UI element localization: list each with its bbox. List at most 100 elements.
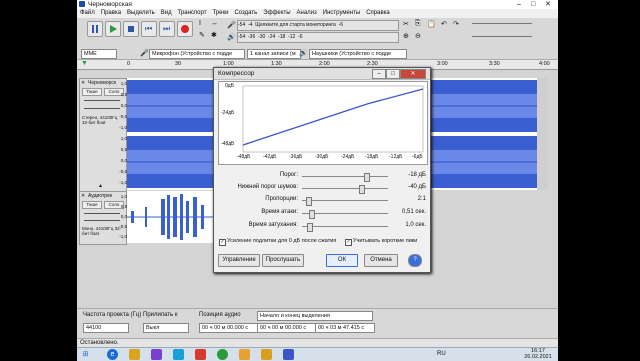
track-close-icon[interactable]: ✕	[81, 193, 85, 199]
minimize-button[interactable]: –	[517, 0, 521, 9]
pan-slider[interactable]	[84, 220, 120, 221]
snap-label: Прилипать к	[143, 312, 178, 318]
menu-tools[interactable]: Инструменты	[320, 9, 363, 18]
noise-floor-value[interactable]: -40 дБ	[394, 184, 426, 190]
ratio-value[interactable]: 2:1	[394, 196, 426, 202]
selection-end-field[interactable]: 00 ч 03 м 47.415 с	[315, 323, 375, 333]
explorer-icon[interactable]	[129, 349, 140, 360]
skip-end-button[interactable]: ⏭	[159, 21, 175, 37]
pause-button[interactable]	[87, 21, 103, 37]
mute-button[interactable]: Тише	[82, 201, 102, 209]
track-close-icon[interactable]: ✕	[81, 80, 85, 86]
close-button[interactable]: ✕	[545, 0, 551, 9]
envelope-tool-icon[interactable]: ↔	[211, 20, 218, 27]
threshold-label: Порог:	[279, 172, 298, 178]
zoom-in-icon[interactable]: ⊕	[403, 32, 409, 40]
menu-view[interactable]: Вид	[158, 9, 175, 18]
chrome-icon[interactable]	[217, 349, 228, 360]
output-device-select[interactable]: Наушники (Устройство с подде	[309, 49, 407, 59]
record-volume-slider[interactable]	[472, 23, 532, 24]
language-indicator[interactable]: RU	[437, 351, 446, 357]
dialog-minimize-button[interactable]: –	[372, 69, 386, 79]
stop-button[interactable]	[123, 21, 139, 37]
menu-transport[interactable]: Транспорт	[175, 9, 210, 18]
record-meter[interactable]: -54 -4 Щелкните для старта мониторинга -…	[237, 20, 399, 31]
play-button[interactable]	[105, 21, 121, 37]
copy-icon[interactable]: ⎘	[415, 20, 421, 28]
preview-button[interactable]: Прослушать	[262, 254, 304, 267]
slider-knob[interactable]	[363, 173, 370, 182]
mute-button[interactable]: Тише	[82, 88, 102, 96]
makeup-gain-checkbox[interactable]: ✓	[219, 239, 226, 246]
maximize-button[interactable]: □	[531, 0, 535, 9]
snap-select[interactable]: Выкл	[143, 323, 189, 333]
track-name[interactable]: Аудиотрек	[88, 193, 112, 199]
ie-icon[interactable]: e	[107, 349, 118, 360]
help-button[interactable]: ?	[408, 254, 422, 267]
slider-knob[interactable]	[306, 197, 313, 206]
slider-knob[interactable]	[359, 185, 366, 194]
playback-volume-slider[interactable]	[472, 36, 532, 37]
dialog-maximize-button[interactable]: □	[386, 69, 400, 79]
multi-tool-icon[interactable]: ✱	[211, 31, 217, 39]
menu-help[interactable]: Справка	[363, 9, 393, 18]
scale-tick: -0,5	[119, 224, 127, 229]
ok-button[interactable]: ОК	[326, 254, 358, 267]
media-icon[interactable]	[151, 349, 162, 360]
threshold-slider[interactable]	[302, 173, 388, 182]
gain-slider[interactable]	[84, 213, 120, 214]
project-rate-select[interactable]: 44100	[83, 323, 129, 333]
noise-floor-slider[interactable]	[302, 185, 388, 194]
draw-tool-icon[interactable]: ✎	[199, 31, 205, 39]
manage-button[interactable]: Управление	[218, 254, 260, 267]
attack-slider[interactable]	[302, 210, 388, 219]
dialog-close-button[interactable]: ✕	[400, 69, 426, 79]
release-slider[interactable]	[302, 223, 388, 232]
cancel-button[interactable]: Отмена	[364, 254, 398, 267]
collapse-icon[interactable]: ▲	[98, 183, 103, 189]
threshold-value[interactable]: -18 дБ	[394, 172, 426, 178]
app-icon[interactable]	[195, 349, 206, 360]
channels-select[interactable]: 1 канал записи (м	[247, 49, 301, 59]
slider-knob[interactable]	[308, 210, 315, 219]
peaks-checkbox[interactable]: ✓	[345, 239, 352, 246]
ratio-slider[interactable]	[302, 197, 388, 206]
scale-tick: 0,5	[120, 147, 127, 152]
playback-meter[interactable]: -54 -36 -30 -24 -18 -12 -6	[237, 32, 399, 43]
input-device-select[interactable]: Микрофон (Устройство с подде	[149, 49, 245, 59]
zoom-out-icon[interactable]: ⊖	[415, 32, 421, 40]
audacity-icon[interactable]	[283, 349, 294, 360]
release-value[interactable]: 1,0 сек.	[394, 222, 426, 228]
host-select[interactable]: MME	[81, 49, 117, 59]
selection-tool-icon[interactable]: I	[199, 20, 201, 27]
compressor-dialog: Компрессор – □ ✕ 0дБ -24дБ -48дБ -48дБ -…	[213, 67, 431, 273]
slider-knob[interactable]	[306, 223, 313, 232]
attack-value[interactable]: 0,51 сек.	[394, 209, 426, 215]
start-icon[interactable]: ⊞	[80, 349, 91, 360]
app-icon[interactable]	[261, 349, 272, 360]
menu-analyze[interactable]: Анализ	[294, 9, 320, 18]
undo-icon[interactable]: ↶	[441, 20, 447, 28]
menu-file[interactable]: Файл	[77, 9, 98, 18]
paste-icon[interactable]: 📋	[427, 20, 436, 28]
menu-effects[interactable]: Эффекты	[260, 9, 293, 18]
meter-tick: -4	[248, 22, 253, 28]
selection-mode-select[interactable]: Начало и конец выделения	[257, 311, 373, 321]
redo-icon[interactable]: ↷	[453, 20, 459, 28]
menu-tracks[interactable]: Треки	[209, 9, 231, 18]
record-button[interactable]	[177, 21, 193, 37]
menu-edit[interactable]: Правка	[98, 9, 124, 18]
track-name[interactable]: Черноморск	[88, 80, 116, 86]
pan-slider[interactable]	[84, 108, 120, 109]
skip-start-button[interactable]: ⏮	[141, 21, 157, 37]
mono-waveform[interactable]	[127, 191, 217, 243]
menu-select[interactable]: Выделить	[124, 9, 158, 18]
app-icon[interactable]	[173, 349, 184, 360]
selection-start-field[interactable]: 00 ч 00 м 00.000 с	[257, 323, 317, 333]
audio-position-field[interactable]: 00 ч 00 м 00.000 с	[199, 323, 259, 333]
gain-slider[interactable]	[84, 100, 120, 101]
menu-generate[interactable]: Создать	[231, 9, 260, 18]
cut-icon[interactable]: ✂	[403, 20, 409, 28]
app-icon[interactable]	[239, 349, 250, 360]
clock[interactable]: 16:17 26.02.2021	[520, 348, 556, 360]
